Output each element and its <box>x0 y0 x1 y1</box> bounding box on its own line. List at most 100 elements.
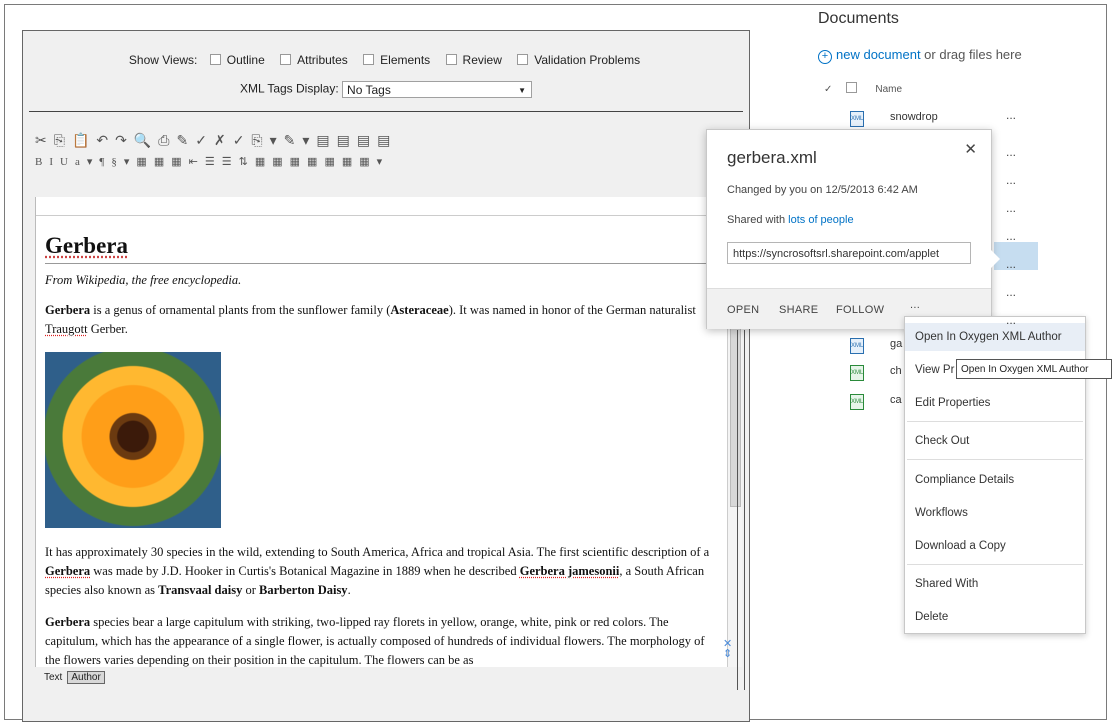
checkbox-icon[interactable] <box>517 54 529 65</box>
xml-tags-display-select[interactable]: No Tags ▼ <box>342 81 533 98</box>
document-name[interactable]: ga <box>890 338 902 350</box>
divider <box>29 111 743 112</box>
more-options-icon[interactable]: ... <box>1006 145 1016 159</box>
checkbox-icon[interactable] <box>445 54 457 65</box>
menu-separator <box>907 564 1083 565</box>
toolbar-button-icon[interactable]: ▦ <box>307 156 318 168</box>
toolbar-button-icon[interactable]: ▾ <box>270 132 278 148</box>
toolbar-button-icon[interactable]: ▦ <box>359 156 370 168</box>
document-name[interactable]: snowdrop <box>890 111 938 123</box>
toolbar-button-icon[interactable]: ▤ <box>357 132 371 148</box>
more-options-icon[interactable]: ... <box>1006 108 1016 122</box>
toolbar-button-icon[interactable]: ▦ <box>342 156 353 168</box>
menu-item-download-copy[interactable]: Download a Copy <box>905 532 1085 560</box>
menu-item-check-out[interactable]: Check Out <box>905 427 1085 455</box>
more-actions-button[interactable]: ... <box>910 299 920 311</box>
toolbar-button-icon[interactable]: ▾ <box>124 156 131 168</box>
toolbar-button-icon[interactable]: ▦ <box>272 156 283 168</box>
toolbar-button-icon[interactable]: ✗ <box>214 132 227 148</box>
view-option-outline[interactable]: Outline <box>207 53 268 67</box>
toolbar-button-icon[interactable]: ▦ <box>290 156 301 168</box>
toolbar-button-icon[interactable]: ⇅ <box>239 156 249 168</box>
divider <box>45 263 713 264</box>
menu-item-open-in-oxygen[interactable]: Open In Oxygen XML Author <box>905 323 1085 351</box>
new-document-link[interactable]: new document <box>836 47 921 62</box>
more-options-icon[interactable]: ... <box>1006 229 1016 243</box>
more-options-icon[interactable]: ... <box>1006 285 1016 299</box>
check-icon[interactable]: ✓ <box>824 84 832 95</box>
view-option-elements[interactable]: Elements <box>360 53 433 67</box>
document-name[interactable]: ca <box>890 394 902 406</box>
expand-arrows-icon[interactable]: ✕ ⇕ <box>723 639 732 660</box>
toolbar-button-icon[interactable]: ⇤ <box>189 156 199 168</box>
xml-editor-panel: Show Views: Outline Attributes Elements … <box>22 30 750 722</box>
toolbar-button-icon[interactable]: ▤ <box>337 132 351 148</box>
toolbar-button-icon[interactable]: ▦ <box>136 156 147 168</box>
menu-item-shared-with[interactable]: Shared With <box>905 570 1085 598</box>
menu-item-compliance-details[interactable]: Compliance Details <box>905 466 1085 494</box>
toolbar-button-icon[interactable]: ↶ <box>96 132 109 148</box>
toolbar-button-icon[interactable]: I <box>49 156 54 168</box>
toolbar-button-icon[interactable]: ▦ <box>324 156 335 168</box>
tab-text[interactable]: Text <box>41 672 65 683</box>
toolbar-button-icon[interactable]: ⎘ <box>251 132 263 148</box>
toolbar-button-icon[interactable]: ⎘ <box>54 132 66 148</box>
toolbar-button-icon[interactable]: 📋 <box>72 132 90 148</box>
select-all-checkbox[interactable] <box>846 82 858 93</box>
follow-button[interactable]: FOLLOW <box>836 304 884 316</box>
toolbar-button-icon[interactable]: ¶ <box>99 156 105 168</box>
shared-with-link[interactable]: lots of people <box>788 214 853 226</box>
menu-item-delete[interactable]: Delete <box>905 603 1085 631</box>
menu-item-edit-properties[interactable]: Edit Properties <box>905 389 1085 417</box>
menu-separator <box>907 459 1083 460</box>
close-icon[interactable]: ✕ <box>964 140 977 158</box>
toolbar-button-icon[interactable]: ☰ <box>205 156 216 168</box>
document-editing-area[interactable]: Gerbera From Wikipedia, the free encyclo… <box>35 197 728 667</box>
tab-author[interactable]: Author <box>67 671 105 684</box>
toolbar-button-icon[interactable]: ✓ <box>233 132 246 148</box>
toolbar-button-icon[interactable]: ✓ <box>195 132 208 148</box>
document-name[interactable]: ch <box>890 365 902 377</box>
column-name-header[interactable]: Name <box>875 84 902 95</box>
toolbar-button-icon[interactable]: ✂ <box>35 132 48 148</box>
toolbar-button-icon[interactable]: ⎙ <box>158 132 170 148</box>
toolbar-button-icon[interactable]: 🔍 <box>134 132 152 148</box>
toolbar-button-icon[interactable]: § <box>111 156 118 168</box>
toolbar-button-icon[interactable]: ↷ <box>115 132 128 148</box>
toolbar-button-icon[interactable]: ▤ <box>316 132 330 148</box>
callout-shared-info: Shared with lots of people <box>727 214 854 226</box>
paragraph-3: Gerbera species bear a large capitulum w… <box>45 615 705 667</box>
toolbar-button-icon[interactable]: ▤ <box>377 132 391 148</box>
open-button[interactable]: OPEN <box>727 304 759 316</box>
tooltip: Open In Oxygen XML Author <box>956 359 1112 379</box>
toolbar-button-icon[interactable]: ☰ <box>222 156 233 168</box>
toolbar-button-icon[interactable]: B <box>35 156 43 168</box>
checkbox-icon[interactable] <box>363 54 375 65</box>
more-options-icon[interactable]: ... <box>1006 201 1016 215</box>
more-options-icon[interactable]: ... <box>1006 257 1016 271</box>
toolbar-button-icon[interactable]: ▦ <box>255 156 266 168</box>
toolbar-button-icon[interactable]: ✎ <box>176 132 189 148</box>
toolbar-button-icon[interactable]: ▦ <box>171 156 182 168</box>
view-option-review[interactable]: Review <box>443 53 505 67</box>
toolbar-button-icon[interactable]: ▾ <box>302 132 310 148</box>
toolbar-button-icon[interactable]: U <box>60 156 69 168</box>
checkbox-icon[interactable] <box>209 54 221 65</box>
view-option-attributes[interactable]: Attributes <box>277 53 351 67</box>
menu-item-workflows[interactable]: Workflows <box>905 499 1085 527</box>
library-title: Documents <box>818 10 899 27</box>
more-options-icon[interactable]: ... <box>1006 173 1016 187</box>
file-url-field[interactable]: https://syncrosoftsrl.sharepoint.com/app… <box>727 242 971 264</box>
toolbar-button-icon[interactable]: a <box>75 156 81 168</box>
checkbox-icon[interactable] <box>280 54 292 65</box>
xml-file-icon: XML <box>850 111 864 127</box>
toolbar-button-icon[interactable]: ▾ <box>377 156 384 168</box>
plus-circle-icon[interactable]: + <box>818 50 832 64</box>
toolbar-button-icon[interactable]: ✎ <box>284 132 297 148</box>
toolbar-button-icon[interactable]: ▦ <box>154 156 165 168</box>
toolbar-button-icon[interactable]: ▾ <box>87 156 94 168</box>
share-button[interactable]: SHARE <box>779 304 818 316</box>
more-options-icon[interactable]: ... <box>1006 313 1016 327</box>
xml-file-icon: XML <box>850 365 864 381</box>
view-option-validation-problems[interactable]: Validation Problems <box>514 53 643 67</box>
